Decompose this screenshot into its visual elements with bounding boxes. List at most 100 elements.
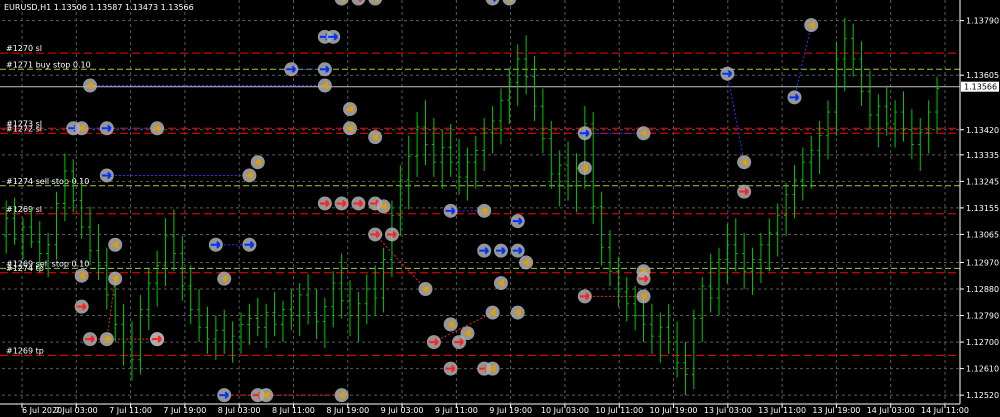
sell-marker[interactable] [384, 227, 399, 242]
buy-marker[interactable] [99, 121, 114, 136]
close-marker[interactable] [418, 281, 433, 296]
close-marker[interactable] [108, 237, 123, 252]
close-marker[interactable] [368, 130, 383, 145]
buy-marker[interactable] [208, 237, 223, 252]
close-marker[interactable] [343, 121, 358, 136]
x-tick-label: 9 Jul 11:00 [435, 406, 478, 415]
close-marker[interactable] [804, 18, 819, 33]
close-marker[interactable] [485, 361, 500, 376]
close-marker[interactable] [317, 78, 332, 93]
close-marker[interactable] [334, 388, 349, 403]
y-tick-label: 1.13790 [966, 17, 999, 26]
x-tick-label: 10 Jul 19:00 [650, 406, 698, 415]
buy-marker[interactable] [720, 66, 735, 81]
sell-marker[interactable] [368, 227, 383, 242]
close-marker[interactable] [74, 121, 89, 136]
close-marker[interactable] [74, 268, 89, 283]
buy-marker[interactable] [242, 237, 257, 252]
sell-marker[interactable] [737, 184, 752, 199]
sell-marker[interactable] [74, 299, 89, 314]
close-marker[interactable] [443, 317, 458, 332]
order-line-label: #1274 tp [6, 264, 44, 273]
order-line-label: #1271 buy stop 0.10 [6, 60, 91, 69]
close-marker[interactable] [259, 388, 274, 403]
current-price-box: 1.13566 [961, 81, 999, 92]
x-tick-label: 9 Jul 03:00 [381, 406, 424, 415]
current-price-label: 1.13566 [964, 83, 997, 92]
sell-marker[interactable] [334, 196, 349, 211]
sell-marker[interactable] [426, 335, 441, 350]
y-tick-label: 1.13335 [966, 151, 999, 160]
y-tick-label: 1.12790 [966, 312, 999, 321]
buy-marker[interactable] [510, 214, 525, 229]
buy-marker[interactable] [443, 203, 458, 218]
close-marker[interactable] [83, 78, 98, 93]
buy-marker[interactable] [577, 126, 592, 141]
order-line-label: #1274 sell stop 0.10 [6, 177, 89, 186]
buy-marker[interactable] [787, 90, 802, 105]
x-tick-label: 7 Jul 03:00 [55, 406, 98, 415]
order-line-label: #1269 tp [6, 346, 44, 355]
x-tick-label: 8 Jul 19:00 [326, 406, 369, 415]
buy-marker[interactable] [477, 243, 492, 258]
close-marker[interactable] [460, 326, 475, 341]
x-tick-label: 9 Jul 19:00 [489, 406, 532, 415]
x-tick-label: 8 Jul 03:00 [218, 406, 261, 415]
sell-marker[interactable] [577, 289, 592, 304]
close-marker[interactable] [376, 199, 391, 214]
close-marker[interactable] [636, 126, 651, 141]
buy-marker[interactable] [493, 243, 508, 258]
x-tick-label: 13 Jul 19:00 [812, 406, 860, 415]
close-marker[interactable] [737, 155, 752, 170]
buy-marker[interactable] [217, 388, 232, 403]
buy-marker[interactable] [99, 168, 114, 183]
order-line-label: #1270 sl [6, 44, 42, 53]
y-tick-label: 1.12520 [966, 391, 999, 400]
close-marker[interactable] [242, 168, 257, 183]
close-marker[interactable] [636, 289, 651, 304]
price-chart[interactable]: #1270 sl#1271 buy stop 0.10#1273 sl#1272… [0, 0, 1000, 417]
close-marker[interactable] [485, 305, 500, 320]
close-marker[interactable] [519, 255, 534, 270]
sell-marker[interactable] [317, 196, 332, 211]
buy-marker[interactable] [326, 29, 341, 44]
y-tick-label: 1.12880 [966, 285, 999, 294]
buy-marker[interactable] [510, 243, 525, 258]
y-tick-label: 1.13420 [966, 126, 999, 135]
x-tick-label: 13 Jul 03:00 [704, 406, 752, 415]
sell-marker[interactable] [351, 196, 366, 211]
close-marker[interactable] [577, 161, 592, 176]
x-tick-label: 7 Jul 19:00 [163, 406, 206, 415]
sell-marker[interactable] [150, 332, 165, 347]
close-marker[interactable] [150, 121, 165, 136]
y-tick-label: 1.13605 [966, 71, 999, 80]
order-line-label: #1269 sl [6, 205, 42, 214]
sell-marker[interactable] [636, 271, 651, 286]
y-tick-label: 1.13155 [966, 204, 999, 213]
close-marker[interactable] [108, 271, 123, 286]
close-marker[interactable] [99, 332, 114, 347]
y-tick-label: 1.12700 [966, 338, 999, 347]
y-tick-label: 1.13065 [966, 230, 999, 239]
x-tick-label: 13 Jul 11:00 [758, 406, 806, 415]
close-marker[interactable] [343, 102, 358, 117]
order-line-label: #1272 sl [6, 124, 42, 133]
chart-title: EURUSD,H1 1.13506 1.13587 1.13473 1.1356… [4, 3, 194, 12]
y-tick-label: 1.12970 [966, 258, 999, 267]
close-marker[interactable] [250, 155, 265, 170]
x-tick-label: 7 Jul 11:00 [109, 406, 152, 415]
chart-background [0, 0, 1000, 417]
x-tick-label: 10 Jul 03:00 [541, 406, 589, 415]
x-tick-label: 8 Jul 11:00 [272, 406, 315, 415]
buy-marker[interactable] [284, 62, 299, 77]
sell-marker[interactable] [443, 361, 458, 376]
buy-marker[interactable] [317, 62, 332, 77]
x-tick-label: 14 Jul 03:00 [867, 406, 915, 415]
x-tick-label: 14 Jul 11:00 [921, 406, 969, 415]
y-tick-label: 1.13245 [966, 177, 999, 186]
close-marker[interactable] [217, 271, 232, 286]
sell-marker[interactable] [83, 332, 98, 347]
close-marker[interactable] [477, 203, 492, 218]
close-marker[interactable] [510, 305, 525, 320]
close-marker[interactable] [493, 276, 508, 291]
